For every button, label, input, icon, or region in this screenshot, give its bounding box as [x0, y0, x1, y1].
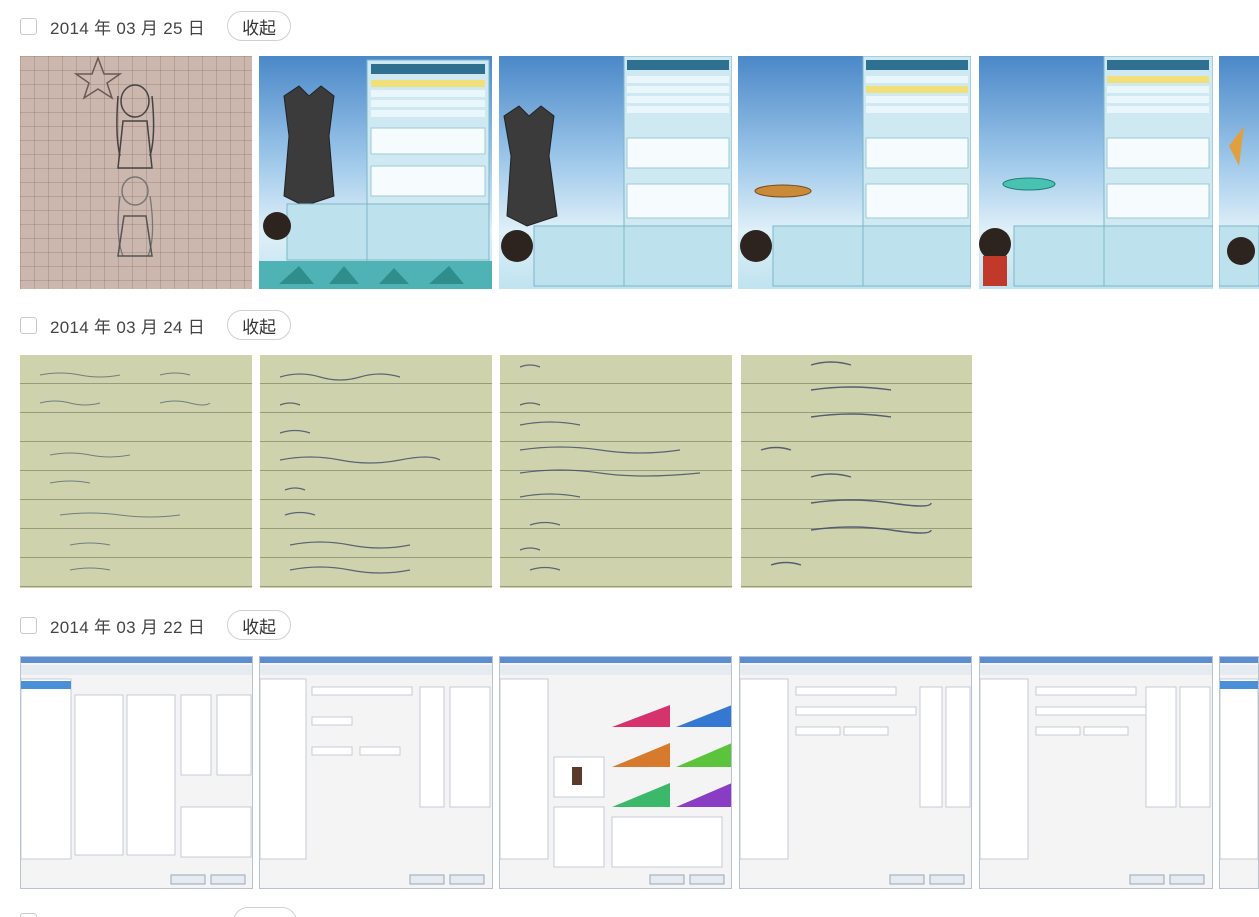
editor-screenshot — [500, 657, 731, 885]
handwriting-photo — [760, 361, 932, 566]
photo-thumbnail[interactable] — [1219, 56, 1259, 289]
photo-thumbnail[interactable] — [259, 56, 492, 289]
photo-thumbnail[interactable] — [499, 56, 732, 289]
game-screenshot — [740, 56, 971, 287]
date-header: 2014 年 03 月 22 日 收起 — [20, 609, 292, 641]
editor-screenshot — [21, 657, 252, 885]
photo-thumbnail[interactable] — [739, 656, 972, 889]
photo-thumbnail[interactable] — [979, 656, 1213, 889]
photo-thumbnail[interactable] — [20, 656, 253, 889]
date-header: 2014 年 03 月 25 日 收起 — [20, 10, 292, 42]
photo-thumbnail[interactable] — [500, 355, 732, 588]
select-all-checkbox[interactable] — [20, 913, 37, 917]
editor-screenshot — [980, 657, 1212, 885]
handwriting-photo — [279, 373, 441, 574]
photo-thumbnail[interactable] — [259, 656, 493, 889]
editor-screenshot — [260, 657, 492, 885]
handwriting-photo — [519, 364, 701, 571]
collapse-button[interactable]: 收起 — [227, 310, 292, 340]
photo-thumbnail[interactable] — [499, 656, 732, 889]
photo-thumbnail[interactable] — [738, 56, 971, 289]
photo-thumbnail[interactable] — [20, 355, 252, 588]
next-date-group-partial — [0, 905, 1259, 917]
game-screenshot — [259, 59, 492, 289]
game-screenshot — [979, 56, 1213, 287]
photo-thumbnail[interactable] — [741, 355, 972, 588]
editor-screenshot — [1220, 657, 1258, 860]
editor-screenshot — [740, 657, 971, 885]
sketch-drawing — [73, 56, 155, 257]
date-label: 2014 年 03 月 25 日 — [50, 18, 206, 38]
collapse-button[interactable] — [233, 907, 297, 917]
game-screenshot — [1219, 126, 1259, 287]
game-screenshot — [501, 56, 732, 287]
photo-thumbnail[interactable] — [20, 56, 252, 289]
photo-thumbnail[interactable] — [260, 355, 492, 588]
collapse-button[interactable]: 收起 — [227, 610, 292, 640]
date-header: 2014 年 03 月 24 日 收起 — [20, 309, 292, 341]
select-all-checkbox[interactable] — [20, 316, 37, 334]
select-all-checkbox[interactable] — [20, 616, 37, 634]
photo-thumbnail[interactable] — [1219, 656, 1259, 889]
handwriting-photo — [39, 372, 211, 571]
collapse-button[interactable]: 收起 — [227, 11, 292, 41]
photo-thumbnail[interactable] — [979, 56, 1213, 289]
date-label: 2014 年 03 月 24 日 — [50, 317, 206, 337]
date-label: 2014 年 03 月 22 日 — [50, 617, 206, 637]
select-all-checkbox[interactable] — [20, 17, 37, 35]
